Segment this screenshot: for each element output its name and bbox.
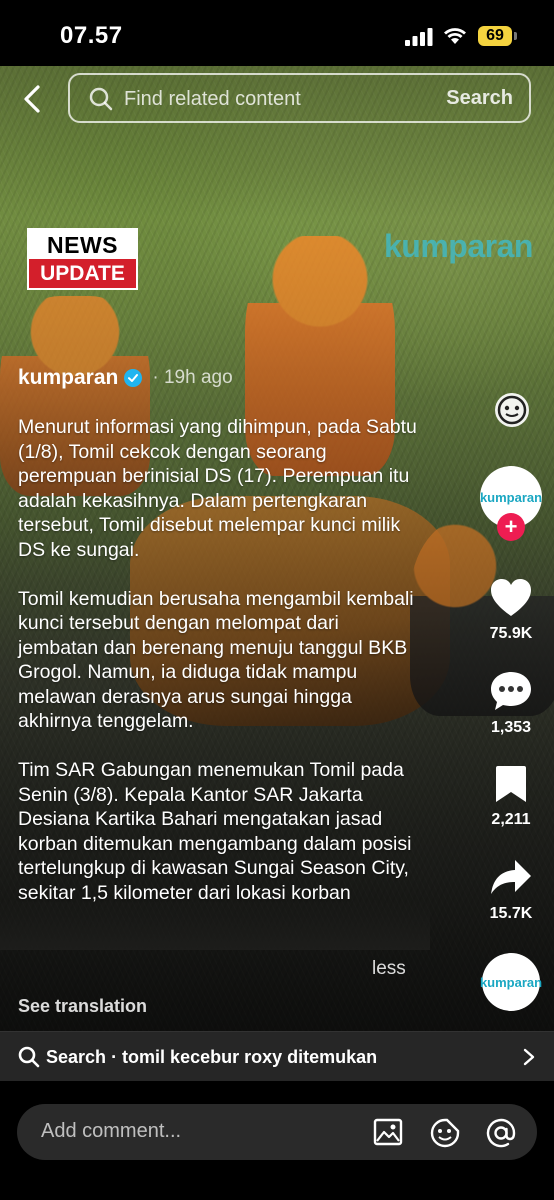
sticker-icon[interactable] xyxy=(429,1117,461,1149)
search-icon xyxy=(18,1046,40,1068)
share-count: 15.7K xyxy=(489,905,533,922)
save-button[interactable]: 2,211 xyxy=(475,764,547,829)
comment-count: 1,353 xyxy=(490,719,532,736)
see-translation-link[interactable]: See translation xyxy=(18,996,147,1017)
less-button[interactable]: less xyxy=(372,958,406,980)
comment-input[interactable]: Add comment... xyxy=(17,1104,537,1160)
related-search-text: Search · tomil kecebur roxy ditemukan xyxy=(46,1047,377,1068)
signal-icon xyxy=(405,28,433,46)
emoji-reaction-icon[interactable] xyxy=(495,393,529,427)
back-arrow-icon[interactable] xyxy=(18,84,48,114)
caption-paragraph: Tomil kemudian berusaha mengambil kembal… xyxy=(18,587,414,733)
comment-button[interactable]: 1,353 xyxy=(475,670,547,737)
caption-text: Menurut informasi yang dihimpun, pada Sa… xyxy=(18,415,418,930)
status-bar: 07.57 69 xyxy=(0,0,554,66)
related-search-prefix: Search xyxy=(46,1047,107,1067)
news-badge-bottom: UPDATE xyxy=(29,259,136,288)
share-button[interactable]: 15.7K xyxy=(475,858,547,923)
caption-paragraph: Tim SAR Gabungan menemukan Tomil pada Se… xyxy=(18,759,412,904)
caption-paragraph: Menurut informasi yang dihimpun, pada Sa… xyxy=(18,416,417,561)
battery-indicator: 69 xyxy=(478,26,512,46)
author-name[interactable]: kumparan xyxy=(18,366,118,390)
kumparan-watermark: kumparan xyxy=(384,228,533,264)
avatar-label: kumparan xyxy=(479,489,543,505)
like-count: 75.9K xyxy=(489,625,533,642)
bookmark-icon xyxy=(496,766,526,802)
related-search-query: · tomil kecebur roxy ditemukan xyxy=(111,1047,378,1067)
like-button[interactable]: 75.9K xyxy=(475,578,547,643)
status-time: 07.57 xyxy=(60,22,123,49)
save-count: 2,211 xyxy=(491,811,531,828)
battery-tip xyxy=(514,32,517,40)
comment-placeholder: Add comment... xyxy=(41,1120,182,1142)
news-badge-top: NEWS xyxy=(29,230,136,259)
mention-icon[interactable] xyxy=(485,1117,517,1149)
sound-disc[interactable]: kumparan xyxy=(479,953,543,1011)
share-arrow-icon xyxy=(491,860,531,894)
heart-icon xyxy=(491,579,531,616)
search-icon xyxy=(89,87,113,111)
news-update-badge: NEWS UPDATE xyxy=(27,228,138,290)
post-time: · 19h ago xyxy=(152,367,233,388)
verified-badge-icon xyxy=(124,369,143,387)
comment-bubble-icon xyxy=(491,672,531,710)
comment-area: Add comment... xyxy=(0,1081,554,1200)
search-input[interactable]: Find related content Search xyxy=(68,73,531,123)
chevron-right-icon xyxy=(523,1048,535,1066)
search-placeholder: Find related content xyxy=(124,88,301,110)
related-search-bar[interactable]: Search · tomil kecebur roxy ditemukan xyxy=(0,1031,554,1081)
caption-fade xyxy=(0,900,430,950)
caption-container: Menurut informasi yang dihimpun, pada Sa… xyxy=(0,415,430,948)
search-button[interactable]: Search xyxy=(446,87,513,110)
wifi-icon xyxy=(444,28,466,44)
sound-disc-label: kumparan xyxy=(479,974,543,990)
image-icon[interactable] xyxy=(373,1117,403,1147)
follow-button[interactable]: + xyxy=(497,513,525,541)
author-row: kumparan · 19h ago xyxy=(18,366,233,390)
